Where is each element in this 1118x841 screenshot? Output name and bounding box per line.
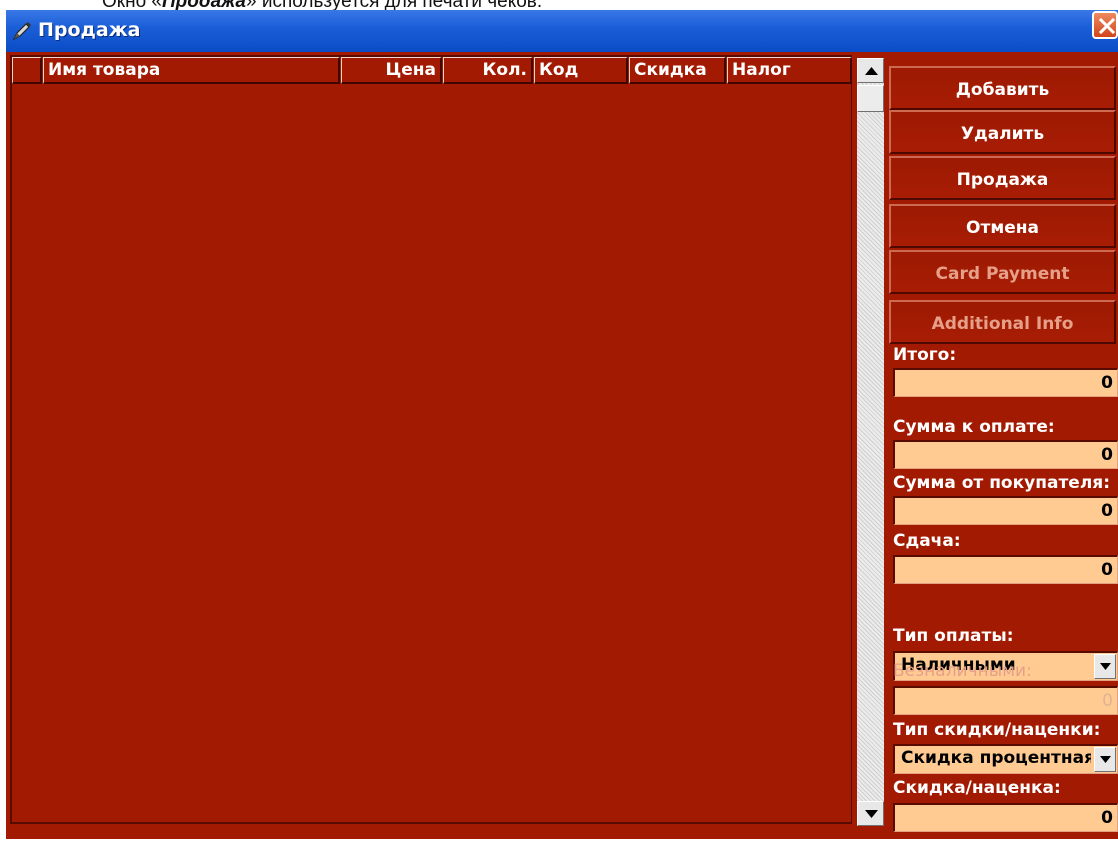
arrow-up-icon	[865, 67, 878, 75]
sale-items-table[interactable]: Имя товара Цена Кол. Код Скидка Налог	[10, 55, 852, 824]
scroll-down-button[interactable]	[857, 801, 884, 826]
sale-button[interactable]: Продажа	[889, 156, 1116, 200]
column-header-select[interactable]	[12, 57, 42, 84]
pen-icon	[11, 20, 33, 46]
card-payment-button[interactable]: Card Payment	[889, 250, 1116, 294]
chevron-down-icon	[1100, 756, 1111, 763]
close-icon	[1098, 17, 1116, 35]
additional-info-button[interactable]: Additional Info	[889, 300, 1116, 344]
change-label: Сдача:	[893, 531, 961, 551]
column-header-discount[interactable]: Скидка	[629, 57, 726, 84]
discount-type-value: Скидка процентная	[901, 748, 1091, 768]
discount-type-dropdown-button[interactable]	[1094, 747, 1116, 772]
discount-amount-field[interactable]: 0	[893, 803, 1118, 832]
title-bar[interactable]: Продажа	[6, 10, 1118, 52]
change-field[interactable]: 0	[893, 555, 1118, 584]
discount-amount-label: Скидка/наценка:	[893, 778, 1061, 798]
discount-type-label: Тип скидки/наценки:	[893, 720, 1101, 740]
chevron-down-icon	[1100, 663, 1111, 670]
payment-type-dropdown-button[interactable]	[1094, 654, 1116, 679]
cancel-button[interactable]: Отмена	[889, 204, 1116, 248]
window-title: Продажа	[38, 19, 141, 41]
total-label: Итого:	[893, 345, 957, 365]
column-header-code[interactable]: Код	[534, 57, 628, 84]
payment-type-label: Тип оплаты:	[893, 626, 1014, 646]
column-header-tax[interactable]: Налог	[727, 57, 852, 84]
from-customer-label: Сумма от покупателя:	[893, 473, 1110, 493]
amount-due-label: Сумма к оплате:	[893, 417, 1055, 437]
add-button[interactable]: Добавить	[889, 66, 1116, 110]
scroll-up-button[interactable]	[857, 58, 884, 83]
delete-button[interactable]: Удалить	[889, 110, 1116, 154]
from-customer-field[interactable]: 0	[893, 496, 1118, 525]
total-field[interactable]: 0	[893, 368, 1118, 397]
table-scrollbar[interactable]	[857, 58, 884, 826]
cashless-label: Безналичными:	[893, 661, 1032, 681]
column-header-name[interactable]: Имя товара	[43, 57, 340, 84]
discount-type-select[interactable]: Скидка процентная	[893, 744, 1118, 774]
arrow-down-icon	[865, 810, 878, 818]
column-header-price[interactable]: Цена	[341, 57, 442, 84]
scroll-thumb[interactable]	[857, 85, 884, 112]
close-button[interactable]	[1092, 11, 1118, 39]
column-header-quantity[interactable]: Кол.	[443, 57, 533, 84]
cashless-field[interactable]: 0	[893, 686, 1118, 715]
amount-due-field[interactable]: 0	[893, 440, 1118, 469]
